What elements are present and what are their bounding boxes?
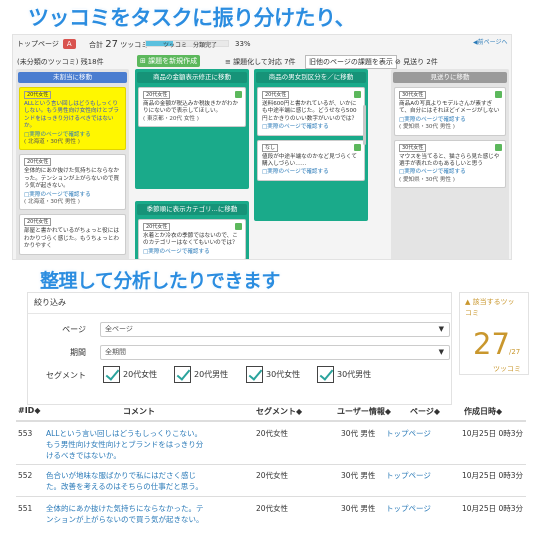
checkbox-checked-icon: [174, 365, 191, 383]
unassigned-count: (未分類のツッコミ) 残18件: [17, 58, 104, 66]
segment-label: セグメント: [46, 371, 86, 380]
col-header-id[interactable]: #ID◆: [18, 406, 40, 415]
row-user: 30代 男性: [341, 429, 376, 438]
total-count: 合計 27 ツッコミ: [89, 39, 149, 50]
row-id: 551: [18, 504, 33, 513]
row-comment-link[interactable]: 色合いが地味な服ばかりで私にはださく感じた。改善を考えるのはそちらの仕事だと思う…: [46, 470, 206, 492]
page-badge: A: [62, 39, 76, 49]
row-segment: 20代女性: [256, 471, 289, 480]
column-unassigned: 未割当に移動 20代女性 ALLという言い回しはどうもしっくりしない。もう男性向け…: [16, 69, 129, 259]
comment-card[interactable]: 20代女性 商品の金額が税込みか税抜きかがわかりにないので表示してほしい。( 東京…: [138, 87, 246, 128]
row-date: 10月25日 0時3分: [462, 429, 524, 438]
checkbox-checked-icon: [246, 365, 263, 383]
headline-bottom: 整理して分析したりできます: [40, 270, 280, 292]
segment-checkbox[interactable]: 30代女性: [246, 365, 300, 383]
col-header-user[interactable]: ユーザー情報◆: [337, 406, 391, 417]
task-board: トップページ A 合計 27 ツッコミ ツッコミ 分類完了 33% ◀前ページへ …: [12, 34, 512, 260]
row-id: 553: [18, 429, 33, 438]
toppage-label: トップページ A: [17, 39, 76, 49]
row-comment-link[interactable]: 全体的にあか抜けた気持ちにならなかった。テンションが上がらないので買う気が起きな…: [46, 503, 206, 525]
column-scrollbar[interactable]: [363, 105, 366, 145]
filter-panel: 絞り込み ページ 全ページ ▼ 期間 全期間 ▼ セグメント 20代女性 20代男性…: [27, 292, 452, 405]
row-segment: 20代女性: [256, 429, 289, 438]
checkbox-checked-icon: [317, 365, 334, 383]
move-overlook-button[interactable]: 見送りに移動: [393, 72, 507, 83]
progress-percent: 33%: [235, 40, 251, 48]
chevron-down-icon: ▼: [438, 348, 444, 356]
period-filter-label: 期間: [70, 348, 86, 357]
past-pages-button[interactable]: 旧他のページの課題を表示: [305, 55, 397, 69]
segment-checkbox[interactable]: 20代女性: [103, 365, 157, 383]
column-overlook: 見送りに移動 30代女性 商品Aの写真よりモデルさんが素すぎて、自分にはそれほどイ…: [391, 69, 509, 259]
page-filter-label: ページ: [62, 325, 86, 334]
col-header-comment: コメント: [123, 407, 155, 416]
chevron-down-icon: ▼: [438, 325, 444, 333]
row-user: 30代 男性: [341, 471, 376, 480]
comment-card[interactable]: 20代女性 送料600円と書かれているが、いかにも中途半端に感じた。どうせなら50…: [257, 87, 365, 136]
comment-card[interactable]: 20代女性 ALLという言い回しはどうもしっくりしない。もう男性向け女性向けとブラ…: [19, 87, 126, 151]
progress-label: ツッコミ 分類完了: [163, 42, 218, 49]
col-header-date[interactable]: 作成日時◆: [464, 406, 502, 417]
headline-top: ツッコミをタスクに振り分けたり、: [28, 6, 356, 30]
row-page-link[interactable]: トップページ: [386, 470, 431, 481]
period-select[interactable]: 全期間 ▼: [100, 345, 450, 360]
match-count-box: ▲ 該当するツッ コミ 27 /27 ツッコミ: [459, 292, 529, 375]
row-page-link[interactable]: トップページ: [386, 428, 431, 439]
comment-card[interactable]: なし 値段が中途半端なのかなど見づらくて購入しづらい…… □実際のページで確認する: [257, 139, 365, 181]
move-season-button[interactable]: 季節順に表示カテゴリ...に移動: [137, 204, 247, 215]
comment-card[interactable]: 20代女性 部屋と書かれているがちょっと役にはわかりづらく感じた。もうちょっとわか…: [19, 214, 126, 255]
segment-checkbox[interactable]: 20代男性: [174, 365, 228, 383]
row-date: 10月25日 0時3分: [462, 504, 524, 513]
col-header-segment[interactable]: セグメント◆: [256, 406, 302, 417]
resolved-count: ≡ 課題化して対応 7件: [225, 58, 296, 66]
row-comment-link[interactable]: ALLという言い回しはどうもしっくりこない。もう男性向け女性向けとブランドをはっ…: [46, 428, 206, 461]
comment-card[interactable]: 20代女性 全体的にあか抜けた気持ちにならなかった。テンションが上がらないので買う…: [19, 154, 126, 211]
row-segment: 20代女性: [256, 504, 289, 513]
match-count: 27: [473, 327, 510, 361]
segment-checkbox[interactable]: 30代男性: [317, 365, 371, 383]
back-link[interactable]: ◀前ページへ: [473, 37, 508, 46]
comment-card[interactable]: 20代女性 水着とか冷衣の季節ではないので、このカテゴリーはなくてもいいのでは？ □…: [138, 219, 246, 259]
comment-card[interactable]: 30代女性 商品Aの写真よりモデルさんが素すぎて、自分にはそれほどイメージがしない…: [394, 87, 506, 136]
col-header-page[interactable]: ページ◆: [410, 406, 440, 417]
overlook-count: ⊘ 見送り 2件: [395, 58, 438, 66]
create-task-button[interactable]: ⊞ 課題を新規作成: [137, 55, 201, 67]
row-page-link[interactable]: トップページ: [386, 503, 431, 514]
comment-card[interactable]: 30代女性 マウスを当てると、猫さらら見た感じや選手が表れたのもあるしいと思う □実…: [394, 139, 506, 189]
move-unassigned-button[interactable]: 未割当に移動: [18, 72, 127, 83]
column-gender-split: 商品の男女別区分を／に移動 20代女性 送料600円と書かれているが、いかにも中途…: [254, 69, 368, 221]
column-price-display: 商品の金額表示修正に移動 20代女性 商品の金額が税込みか税抜きかがわかりにないの…: [135, 69, 249, 189]
checkbox-checked-icon: [103, 365, 120, 383]
move-price-button[interactable]: 商品の金額表示修正に移動: [137, 72, 247, 83]
filter-title: 絞り込み: [34, 298, 66, 307]
move-gender-button[interactable]: 商品の男女別区分を／に移動: [256, 72, 366, 83]
page-select[interactable]: 全ページ ▼: [100, 322, 450, 337]
row-date: 10月25日 0時3分: [462, 471, 524, 480]
row-id: 552: [18, 471, 33, 480]
row-user: 30代 男性: [341, 504, 376, 513]
column-season-category: 季節順に表示カテゴリ...に移動 20代女性 水着とか冷衣の季節ではないので、この…: [135, 201, 249, 259]
